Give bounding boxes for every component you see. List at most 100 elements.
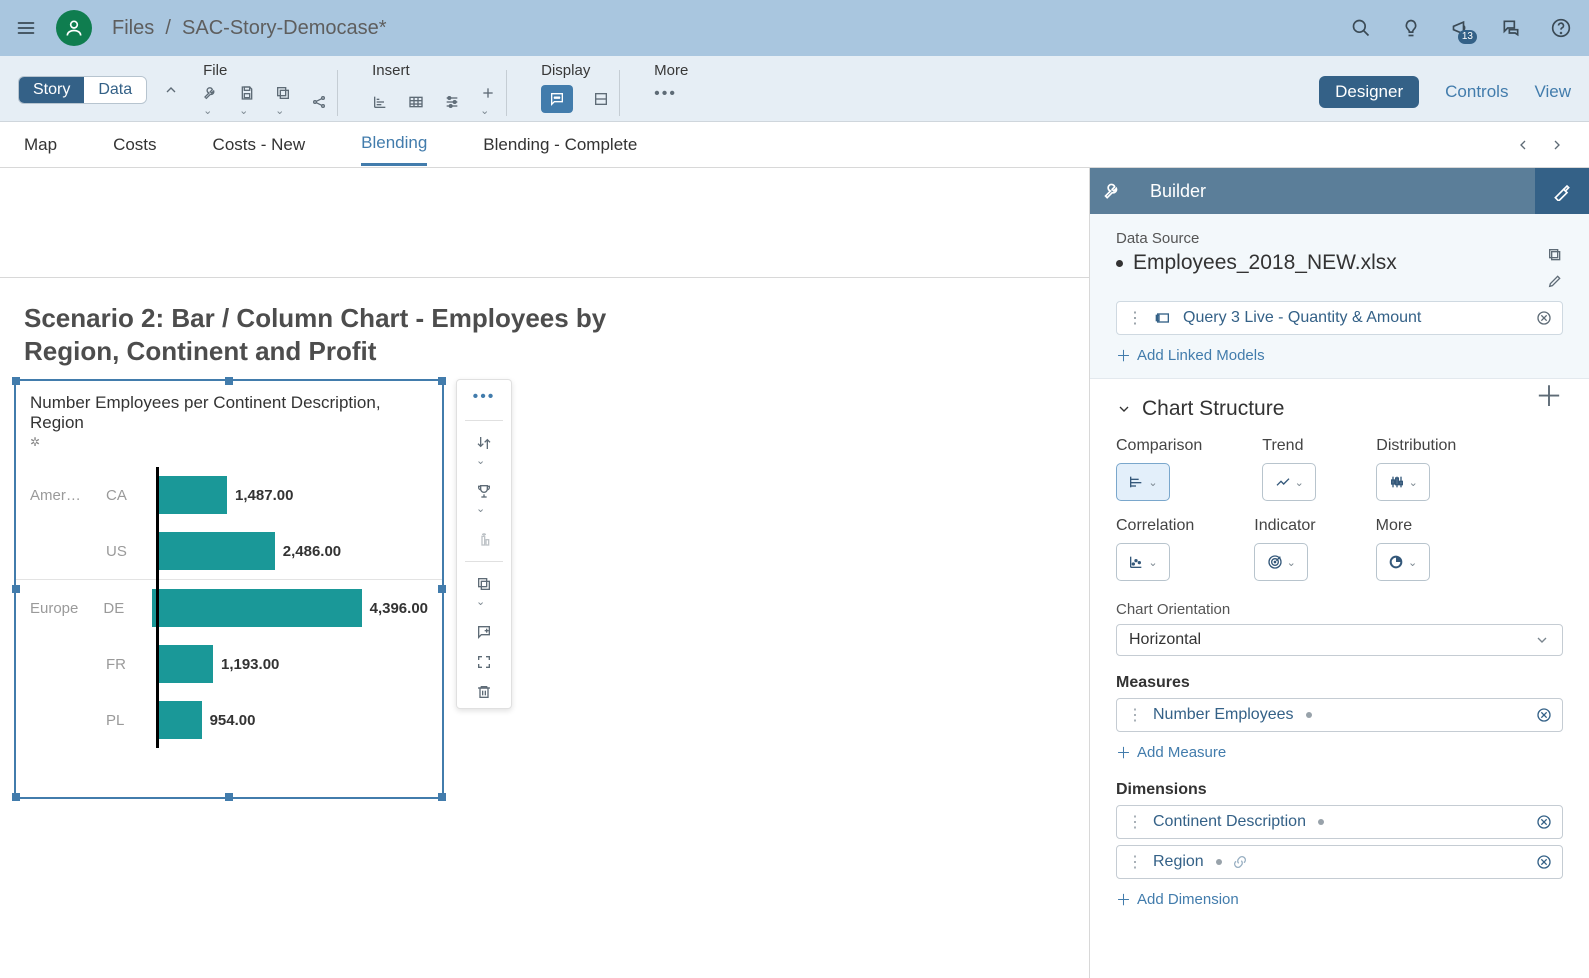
breadcrumb-root[interactable]: Files: [112, 17, 154, 39]
struct-more[interactable]: ⌄: [1376, 543, 1430, 581]
link-icon: [1232, 854, 1248, 870]
chevron-down-icon[interactable]: [1116, 401, 1132, 417]
compare-icon[interactable]: [476, 531, 492, 547]
primary-model[interactable]: Employees_2018_NEW.xlsx: [1116, 251, 1397, 275]
collapse-ribbon-icon[interactable]: [163, 82, 179, 98]
dimension-item[interactable]: ⋮ Region: [1116, 845, 1563, 879]
measure-item[interactable]: ⋮ Number Employees: [1116, 698, 1563, 732]
user-avatar[interactable]: [56, 10, 92, 46]
drag-handle-icon[interactable]: ⋮: [1127, 812, 1143, 832]
model-edit-icon[interactable]: [1547, 273, 1563, 289]
tab-costs-new[interactable]: Costs - New: [213, 125, 306, 165]
controls-link[interactable]: Controls: [1445, 82, 1508, 102]
menu-icon[interactable]: [16, 18, 36, 38]
tab-blending[interactable]: Blending: [361, 123, 427, 166]
bar-value-label: 4,396.00: [370, 600, 428, 617]
remove-dimension-icon[interactable]: [1536, 854, 1552, 870]
insert-table-icon[interactable]: [408, 94, 424, 110]
region-label: FR: [106, 656, 156, 673]
rank-icon[interactable]: ⌄: [476, 483, 492, 517]
dimension-item[interactable]: ⋮ Continent Description: [1116, 805, 1563, 839]
tab-map[interactable]: Map: [24, 125, 57, 165]
struct-distribution[interactable]: ⌄: [1376, 463, 1430, 501]
continent-label: Europe: [30, 600, 103, 617]
chart-plot: Amer…CA1,487.00 US 2,486.00 EuropeDE 4,396.0…: [30, 467, 428, 748]
chart-bar[interactable]: [152, 589, 362, 627]
share-icon[interactable]: [311, 94, 327, 110]
add-comment-icon[interactable]: [476, 624, 492, 640]
page-tabs: Map Costs Costs - New Blending Blending …: [0, 122, 1589, 168]
link-indicator-icon: [1306, 712, 1312, 718]
link-indicator-icon: [1216, 859, 1222, 865]
sort-icon[interactable]: ⌄: [476, 435, 492, 469]
story-canvas[interactable]: Scenario 2: Bar / Column Chart - Employe…: [0, 168, 1089, 978]
designer-button[interactable]: Designer: [1319, 76, 1419, 108]
mode-story[interactable]: Story: [19, 77, 84, 103]
struct-correlation[interactable]: ⌄: [1116, 543, 1170, 581]
tab-prev-icon[interactable]: [1515, 137, 1531, 153]
comment-toggle[interactable]: [541, 85, 573, 113]
region-label: US: [106, 543, 156, 560]
add-measure[interactable]: ＋Add Measure: [1116, 742, 1226, 763]
drag-handle-icon[interactable]: ⋮: [1127, 852, 1143, 872]
ribbon-group-file: File ⌄ ⌄ ⌄: [203, 62, 327, 119]
region-label: DE: [103, 600, 151, 617]
search-icon[interactable]: [1349, 16, 1373, 40]
continent-label: Amer…: [30, 487, 106, 504]
tab-next-icon[interactable]: [1549, 137, 1565, 153]
more-icon[interactable]: •••: [654, 85, 677, 103]
remove-linked-model-icon[interactable]: [1536, 310, 1552, 326]
chart-bar[interactable]: [156, 532, 275, 570]
tab-costs[interactable]: Costs: [113, 125, 156, 165]
app-topbar: Files / SAC-Story-Democase* 13: [0, 0, 1589, 56]
tab-blending-complete[interactable]: Blending - Complete: [483, 125, 637, 165]
struct-trend[interactable]: ⌄: [1262, 463, 1316, 501]
chart-menu-icon[interactable]: •••: [473, 388, 496, 406]
chart-widget[interactable]: Number Employees per Continent Descripti…: [14, 379, 444, 799]
remove-dimension-icon[interactable]: [1536, 814, 1552, 830]
chart-bar-row: FR1,193.00: [30, 636, 428, 692]
region-label: CA: [106, 487, 156, 504]
layout-icon[interactable]: [593, 91, 609, 107]
bar-value-label: 2,486.00: [283, 543, 341, 560]
add-linked-models[interactable]: ＋Add Linked Models: [1116, 345, 1265, 366]
save-icon[interactable]: ⌄: [239, 85, 255, 119]
breadcrumb: Files / SAC-Story-Democase*: [112, 17, 387, 40]
copy-icon[interactable]: ⌄: [275, 85, 291, 119]
drag-handle-icon[interactable]: ⋮: [1127, 308, 1143, 328]
insert-filter-icon[interactable]: [444, 94, 460, 110]
add-dimension[interactable]: ＋Add Dimension: [1116, 889, 1239, 910]
mode-segmented[interactable]: Story Data: [18, 76, 147, 104]
chart-floating-toolbar: ••• ⌄ ⌄ ⌄: [456, 379, 512, 709]
builder-title: Builder: [1150, 181, 1206, 202]
fullscreen-icon[interactable]: [476, 654, 492, 670]
model-browse-icon[interactable]: [1547, 247, 1563, 263]
struct-comparison[interactable]: ⌄: [1116, 463, 1170, 501]
content-band: [0, 168, 1089, 278]
styling-tab-icon[interactable]: [1535, 168, 1589, 214]
chart-bar-row: Amer…CA1,487.00: [30, 467, 428, 523]
chart-settings-icon[interactable]: ✲: [16, 435, 442, 449]
chart-bar-row: PL954.00: [30, 692, 428, 748]
remove-measure-icon[interactable]: [1536, 707, 1552, 723]
chart-bar[interactable]: [156, 476, 227, 514]
struct-indicator[interactable]: ⌄: [1254, 543, 1308, 581]
chart-bar-row: US 2,486.00: [30, 523, 428, 579]
lightbulb-icon[interactable]: [1399, 16, 1423, 40]
help-icon[interactable]: [1549, 16, 1573, 40]
tools-icon[interactable]: ⌄: [203, 85, 219, 119]
delete-icon[interactable]: [476, 684, 492, 700]
linked-model-item[interactable]: ⋮ Query 3 Live - Quantity & Amount: [1116, 301, 1563, 335]
duplicate-icon[interactable]: ⌄: [476, 576, 492, 610]
mode-data[interactable]: Data: [84, 77, 146, 103]
orientation-select[interactable]: Horizontal: [1116, 624, 1563, 656]
insert-add-icon[interactable]: ⌄: [480, 85, 496, 119]
chart-bar[interactable]: [156, 701, 202, 739]
view-link[interactable]: View: [1534, 82, 1571, 102]
ribbon: Story Data File ⌄ ⌄ ⌄ Insert ⌄ Display: [0, 56, 1589, 122]
chart-bar[interactable]: [156, 645, 213, 683]
discussion-icon[interactable]: [1499, 16, 1523, 40]
megaphone-icon[interactable]: 13: [1449, 16, 1473, 40]
drag-handle-icon[interactable]: ⋮: [1127, 705, 1143, 725]
insert-chart-icon[interactable]: [372, 94, 388, 110]
